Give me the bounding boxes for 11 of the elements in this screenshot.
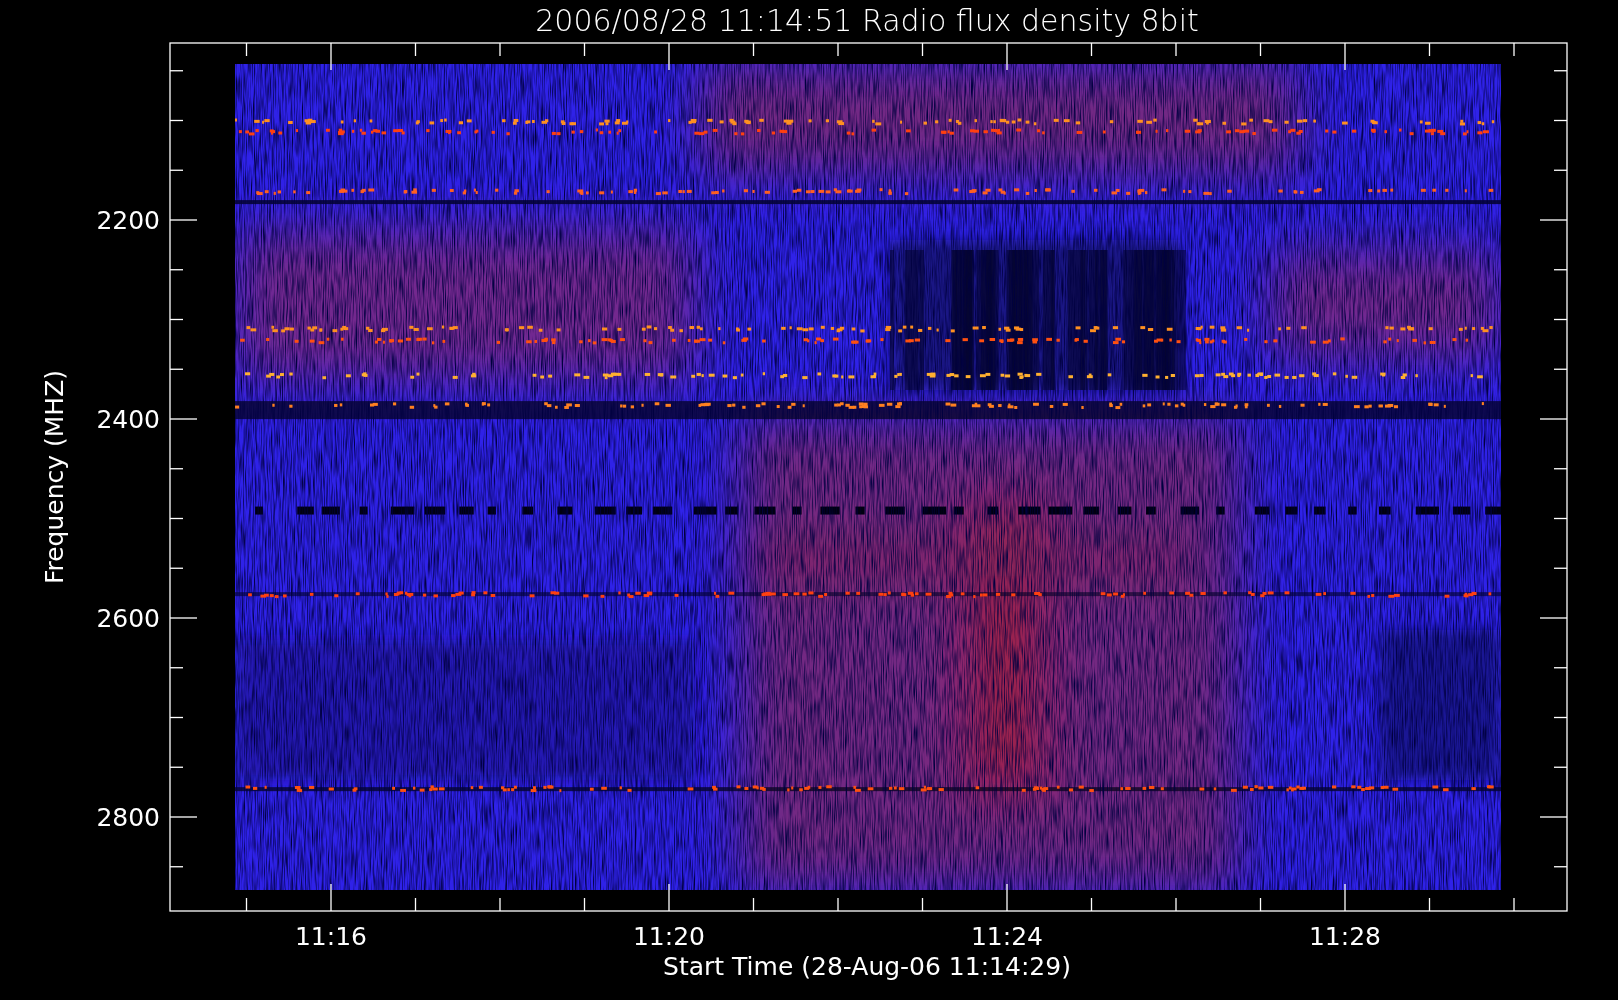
y-tick-label: 2200 bbox=[96, 206, 160, 235]
plot-title: 2006/08/28 11:14:51 Radio flux density 8bit bbox=[535, 3, 1199, 38]
y-tick-label: 2600 bbox=[96, 604, 160, 633]
x-tick-label: 11:28 bbox=[1309, 922, 1381, 951]
x-tick-label: 11:16 bbox=[295, 922, 367, 951]
x-tick-label: 11:24 bbox=[971, 922, 1043, 951]
x-tick-label: 11:20 bbox=[633, 922, 705, 951]
y-tick-label: 2400 bbox=[96, 405, 160, 434]
x-axis-label: Start Time (28-Aug-06 11:14:29) bbox=[663, 952, 1071, 981]
y-axis-label: Frequency (MHZ) bbox=[40, 369, 69, 585]
y-tick-label: 2800 bbox=[96, 803, 160, 832]
